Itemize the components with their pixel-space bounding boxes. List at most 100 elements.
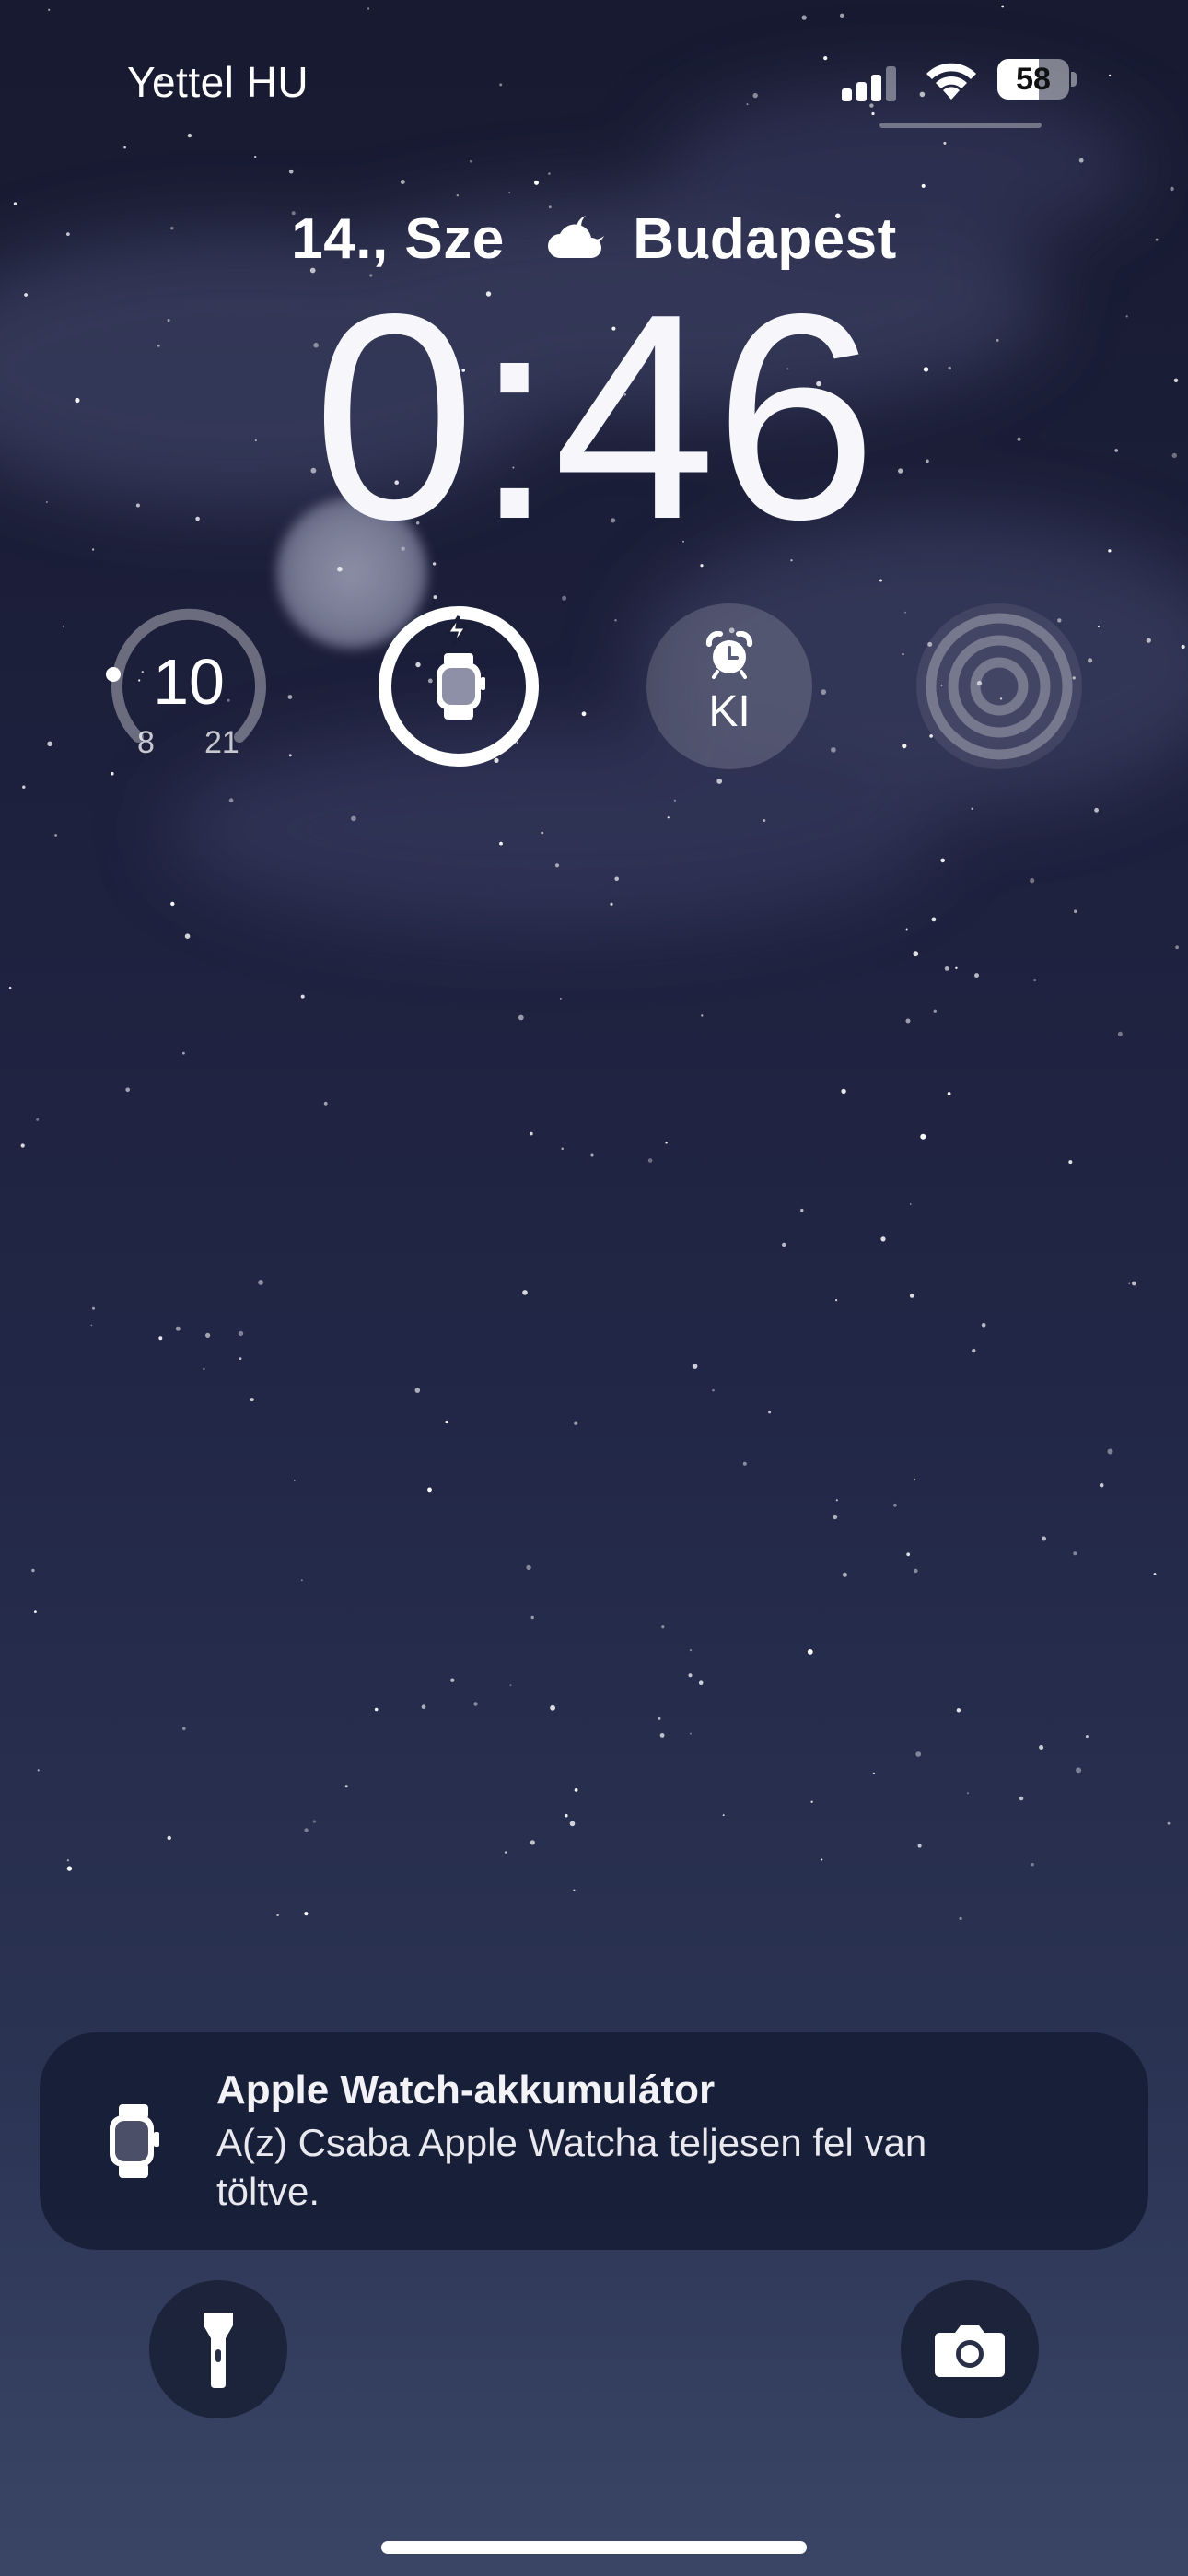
star	[351, 815, 356, 822]
star	[956, 1708, 961, 1713]
star	[66, 1859, 69, 1862]
home-indicator[interactable]	[381, 2541, 807, 2554]
star	[1167, 1821, 1171, 1825]
star	[667, 816, 670, 819]
star	[250, 1398, 254, 1402]
star	[294, 1480, 296, 1481]
alarm-widget[interactable]: KI	[646, 603, 812, 769]
star	[879, 579, 882, 582]
star	[614, 876, 619, 882]
star	[167, 1835, 171, 1841]
star	[427, 1487, 432, 1493]
star	[821, 689, 827, 695]
star	[1073, 1551, 1077, 1556]
star	[238, 1330, 244, 1337]
star	[312, 1820, 316, 1823]
star	[1042, 1536, 1046, 1541]
star	[807, 1649, 813, 1655]
star	[647, 1158, 653, 1163]
star	[1076, 1767, 1082, 1774]
star	[914, 1478, 915, 1481]
battery-percent: 58	[1016, 62, 1051, 97]
concentric-rings-icon	[926, 613, 1073, 760]
star	[947, 1092, 951, 1095]
star	[689, 1732, 692, 1735]
star	[445, 1420, 448, 1424]
star	[158, 1336, 163, 1341]
apple-watch-charging-icon	[379, 606, 539, 767]
star	[239, 1357, 242, 1360]
star	[565, 1813, 568, 1818]
star	[47, 741, 52, 747]
star	[880, 1236, 886, 1242]
high-temperature: 21	[204, 725, 239, 760]
star	[581, 711, 587, 717]
star	[530, 1615, 534, 1620]
star	[433, 595, 437, 600]
star	[374, 1707, 379, 1712]
star	[205, 1332, 211, 1338]
star	[228, 798, 234, 802]
star	[1094, 807, 1099, 813]
star	[1085, 1735, 1089, 1739]
star	[304, 1828, 309, 1832]
star	[111, 771, 114, 776]
star	[1099, 1482, 1104, 1488]
status-bar: Yettel HU 58	[0, 0, 1188, 157]
notification-title: Apple Watch-akkumulátor	[216, 2067, 716, 2113]
star	[541, 831, 544, 835]
star	[344, 1785, 348, 1788]
notification-center-handle[interactable]	[879, 123, 1042, 128]
star	[1153, 1573, 1157, 1575]
star	[1170, 186, 1174, 192]
star	[170, 901, 175, 907]
star	[959, 1916, 962, 1920]
star	[323, 1101, 328, 1106]
star	[1078, 158, 1084, 163]
focus-widget[interactable]	[916, 603, 1082, 769]
star	[835, 1299, 838, 1302]
star	[1074, 909, 1077, 913]
star	[31, 1568, 35, 1573]
star	[54, 834, 57, 837]
star	[940, 858, 945, 863]
star	[920, 1133, 926, 1140]
flashlight-button[interactable]	[149, 2280, 287, 2418]
star	[673, 799, 677, 802]
star	[66, 1866, 73, 1871]
star	[288, 754, 292, 757]
star	[913, 951, 919, 957]
star	[37, 1769, 40, 1772]
watch-battery-widget[interactable]	[376, 603, 542, 769]
notification-card[interactable]: Apple Watch-akkumulátor A(z) Csaba Apple…	[40, 2032, 1148, 2250]
star	[904, 611, 906, 614]
star	[287, 695, 293, 699]
camera-button[interactable]	[901, 2280, 1039, 2418]
star	[712, 1388, 715, 1392]
star	[184, 933, 191, 939]
star	[944, 966, 949, 971]
star	[905, 1018, 911, 1024]
star	[414, 1388, 421, 1393]
star	[1019, 1796, 1024, 1801]
star	[574, 1788, 578, 1792]
current-temperature: 10	[153, 646, 225, 718]
notification-body: A(z) Csaba Apple Watcha teljesen fel van…	[216, 2121, 927, 2213]
star	[902, 652, 904, 656]
star	[931, 917, 937, 922]
star	[1031, 1863, 1034, 1867]
star	[610, 902, 613, 906]
star	[508, 192, 511, 194]
star	[258, 1280, 263, 1285]
star	[569, 1821, 576, 1827]
star	[92, 1306, 95, 1310]
alarm-status: KI	[708, 687, 751, 736]
star	[905, 928, 908, 931]
star	[530, 1131, 533, 1136]
star	[763, 819, 766, 822]
star	[821, 1858, 823, 1861]
star	[22, 785, 26, 789]
alarm-clock-icon	[705, 631, 753, 679]
star	[469, 159, 472, 163]
temperature-widget[interactable]: 10 8 21	[106, 603, 272, 769]
